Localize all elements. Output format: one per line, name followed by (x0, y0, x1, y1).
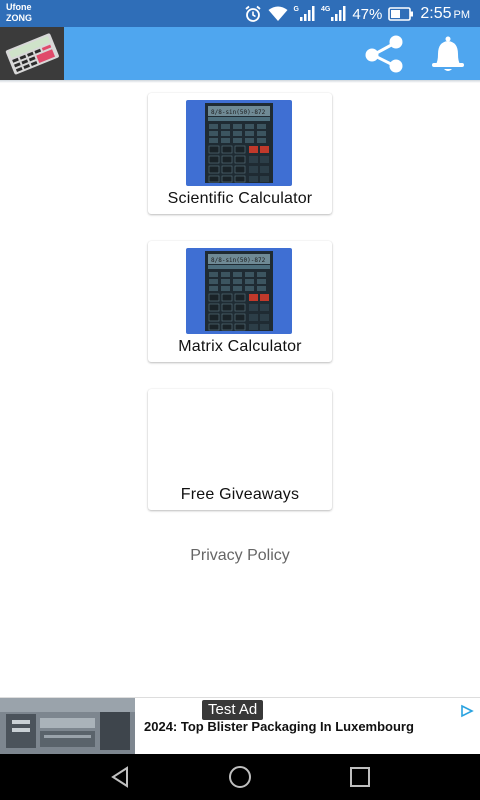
share-button[interactable] (360, 33, 408, 75)
free-giveaways-card[interactable]: Free Giveaways (148, 389, 332, 510)
sim1-signal-icon: G (294, 6, 315, 22)
share-icon (365, 35, 403, 73)
main-content: 8/8-sin(50)-872 Scientific Calculator 8/… (0, 83, 480, 697)
scientific-calculator-thumbnail: 8/8-sin(50)-872 (186, 100, 292, 186)
recents-button[interactable] (330, 754, 390, 800)
matrix-calculator-card[interactable]: 8/8-sin(50)-872 Matrix Calculator (148, 241, 332, 362)
system-nav-bar (0, 754, 480, 800)
clock: 2:55 PM (420, 5, 470, 23)
matrix-display-text: 8/8-sin(50)-872 (211, 257, 266, 264)
free-giveaways-label: Free Giveaways (180, 486, 300, 503)
clock-time: 2:55 (420, 5, 452, 22)
back-icon (111, 766, 128, 788)
notifications-button[interactable] (424, 33, 472, 75)
ad-choices-icon[interactable] (460, 704, 474, 718)
carrier-name-1: Ufone (6, 2, 32, 12)
alarm-icon (244, 5, 262, 23)
status-bar: Ufone ZONG G 4G 47% 2:55 PM (0, 0, 480, 27)
bell-icon (432, 36, 464, 71)
scientific-calculator-card[interactable]: 8/8-sin(50)-872 Scientific Calculator (148, 93, 332, 214)
ad-image[interactable] (0, 698, 135, 755)
scientific-display-text: 8/8-sin(50)-872 (211, 109, 266, 116)
sim2-network-label: 4G (320, 6, 331, 13)
scientific-calculator-label: Scientific Calculator (167, 190, 313, 207)
matrix-calculator-thumbnail: 8/8-sin(50)-872 (186, 248, 292, 334)
app-logo-icon (0, 27, 64, 80)
battery-icon (388, 7, 414, 21)
recents-icon (350, 767, 370, 787)
sim2-signal-icon: 4G (321, 6, 346, 22)
app-bar (0, 27, 480, 80)
ad-banner[interactable]: Test Ad 2024: Top Blister Packaging In L… (0, 697, 480, 755)
home-button[interactable] (210, 754, 270, 800)
carrier-name-2: ZONG (6, 13, 32, 23)
clock-suffix: PM (453, 9, 471, 21)
privacy-policy-link[interactable]: Privacy Policy (148, 541, 332, 571)
battery-percent: 47% (352, 5, 383, 23)
ad-headline[interactable]: 2024: Top Blister Packaging In Luxembour… (144, 719, 414, 734)
matrix-calculator-label: Matrix Calculator (178, 338, 302, 355)
test-ad-badge: Test Ad (202, 700, 264, 720)
back-button[interactable] (90, 754, 150, 800)
wifi-icon (268, 6, 288, 22)
carrier-info: Ufone ZONG (6, 2, 32, 24)
home-icon (229, 766, 251, 788)
status-icons: G 4G 47% 2:55 PM (244, 3, 470, 25)
